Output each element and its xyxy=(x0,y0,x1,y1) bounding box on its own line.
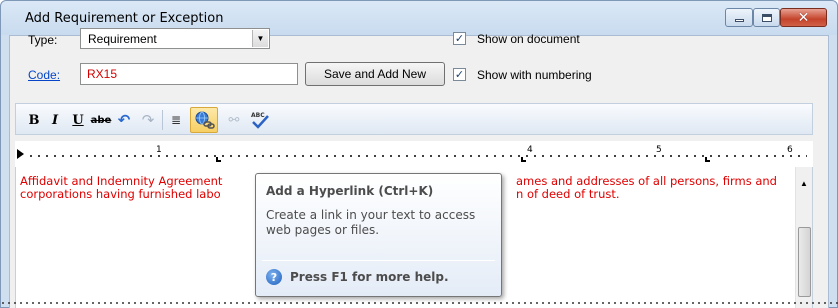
type-select-value: Requirement xyxy=(88,32,157,46)
code-input-value: RX15 xyxy=(87,67,118,81)
help-icon: ? xyxy=(266,269,282,285)
show-with-numbering-checkbox[interactable]: ✓ xyxy=(453,68,466,81)
checkmark-icon: ✓ xyxy=(454,32,465,45)
tooltip-body: Create a link in your text to access web… xyxy=(266,208,476,237)
tooltip-divider xyxy=(262,260,495,261)
minimize-button[interactable] xyxy=(725,8,753,27)
show-on-document-label[interactable]: Show on document xyxy=(477,32,580,46)
spellcheck-button[interactable]: ABC xyxy=(248,110,272,130)
tooltip-title: Add a Hyperlink (Ctrl+K) xyxy=(266,184,434,198)
type-label: Type: xyxy=(28,33,58,47)
code-input[interactable]: RX15 xyxy=(80,63,298,85)
italic-button[interactable]: I xyxy=(47,110,63,130)
checkmark-icon: ✓ xyxy=(454,68,465,81)
close-button[interactable]: ✕ xyxy=(780,8,827,27)
toolbar-separator xyxy=(162,110,163,130)
window-title: Add Requirement or Exception xyxy=(25,11,224,26)
redo-icon[interactable]: ↷ xyxy=(138,110,158,130)
vertical-scrollbar[interactable]: ▲ xyxy=(795,167,812,308)
tab-stop-icon[interactable] xyxy=(216,157,221,162)
save-and-add-new-button[interactable]: Save and Add New xyxy=(305,62,445,86)
tooltip-help-text: Press F1 for more help. xyxy=(290,270,449,284)
code-link[interactable]: Code: xyxy=(28,68,60,82)
scroll-thumb[interactable] xyxy=(798,227,811,297)
ruler: 1 4 5 6 xyxy=(15,141,813,167)
maximize-button[interactable] xyxy=(753,8,780,27)
hyperlink-tooltip: Add a Hyperlink (Ctrl+K) Create a link i… xyxy=(255,173,502,297)
ruler-number: 1 xyxy=(156,145,162,155)
ruler-number: 5 xyxy=(656,145,662,155)
type-select[interactable]: Requirement ▼ xyxy=(80,28,270,49)
svg-text:ABC: ABC xyxy=(251,112,265,119)
spellcheck-icon: ABC xyxy=(251,112,269,129)
tab-stop-icon[interactable] xyxy=(705,157,710,162)
hyperlink-icon xyxy=(195,111,215,129)
remove-hyperlink-icon[interactable]: ⚯ xyxy=(224,110,244,130)
tab-stop-icon[interactable] xyxy=(521,157,526,162)
editor-line-2-left: corporations having furnished labo xyxy=(20,187,221,201)
editor-line-2-right: n of deed of trust. xyxy=(516,187,620,201)
bullet-list-icon[interactable]: ≣ xyxy=(167,110,185,130)
bold-button[interactable]: B xyxy=(26,110,42,130)
formatting-toolbar: B I U abe ↶ ↷ ≣ ⚯ ABC xyxy=(15,103,813,135)
scroll-up-icon[interactable]: ▲ xyxy=(800,179,808,188)
underline-button[interactable]: U xyxy=(70,110,86,130)
show-on-document-checkbox[interactable]: ✓ xyxy=(453,32,466,45)
bottom-ruler xyxy=(0,300,838,308)
ruler-number: 4 xyxy=(527,145,533,155)
show-with-numbering-label[interactable]: Show with numbering xyxy=(477,68,592,82)
dropdown-arrow-icon[interactable]: ▼ xyxy=(252,30,268,47)
close-icon: ✕ xyxy=(797,9,810,26)
maximize-icon xyxy=(761,13,772,22)
strikethrough-button[interactable]: abe xyxy=(90,110,112,130)
undo-icon[interactable]: ↶ xyxy=(114,110,134,130)
minimize-icon xyxy=(734,19,744,22)
ruler-ticks xyxy=(27,155,807,157)
indent-marker-icon[interactable] xyxy=(17,149,24,159)
ruler-number: 6 xyxy=(787,145,793,155)
hyperlink-button[interactable] xyxy=(190,107,218,133)
